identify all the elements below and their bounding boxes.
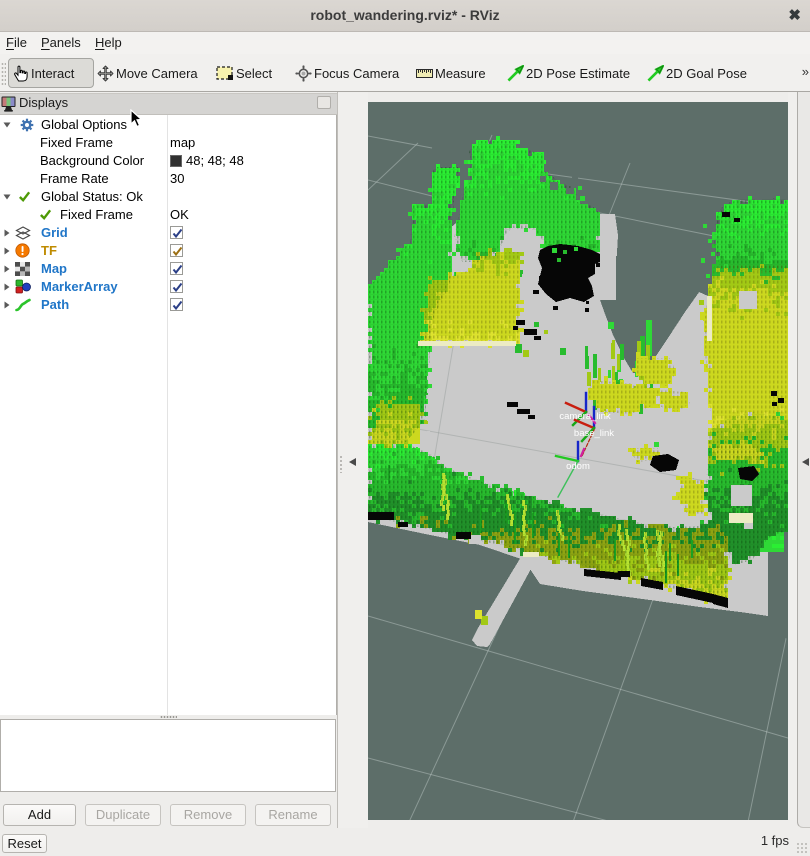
svg-text:odom: odom	[566, 461, 590, 472]
svg-text:base_link: base_link	[574, 428, 614, 439]
svg-text:camera_link: camera_link	[559, 411, 610, 422]
